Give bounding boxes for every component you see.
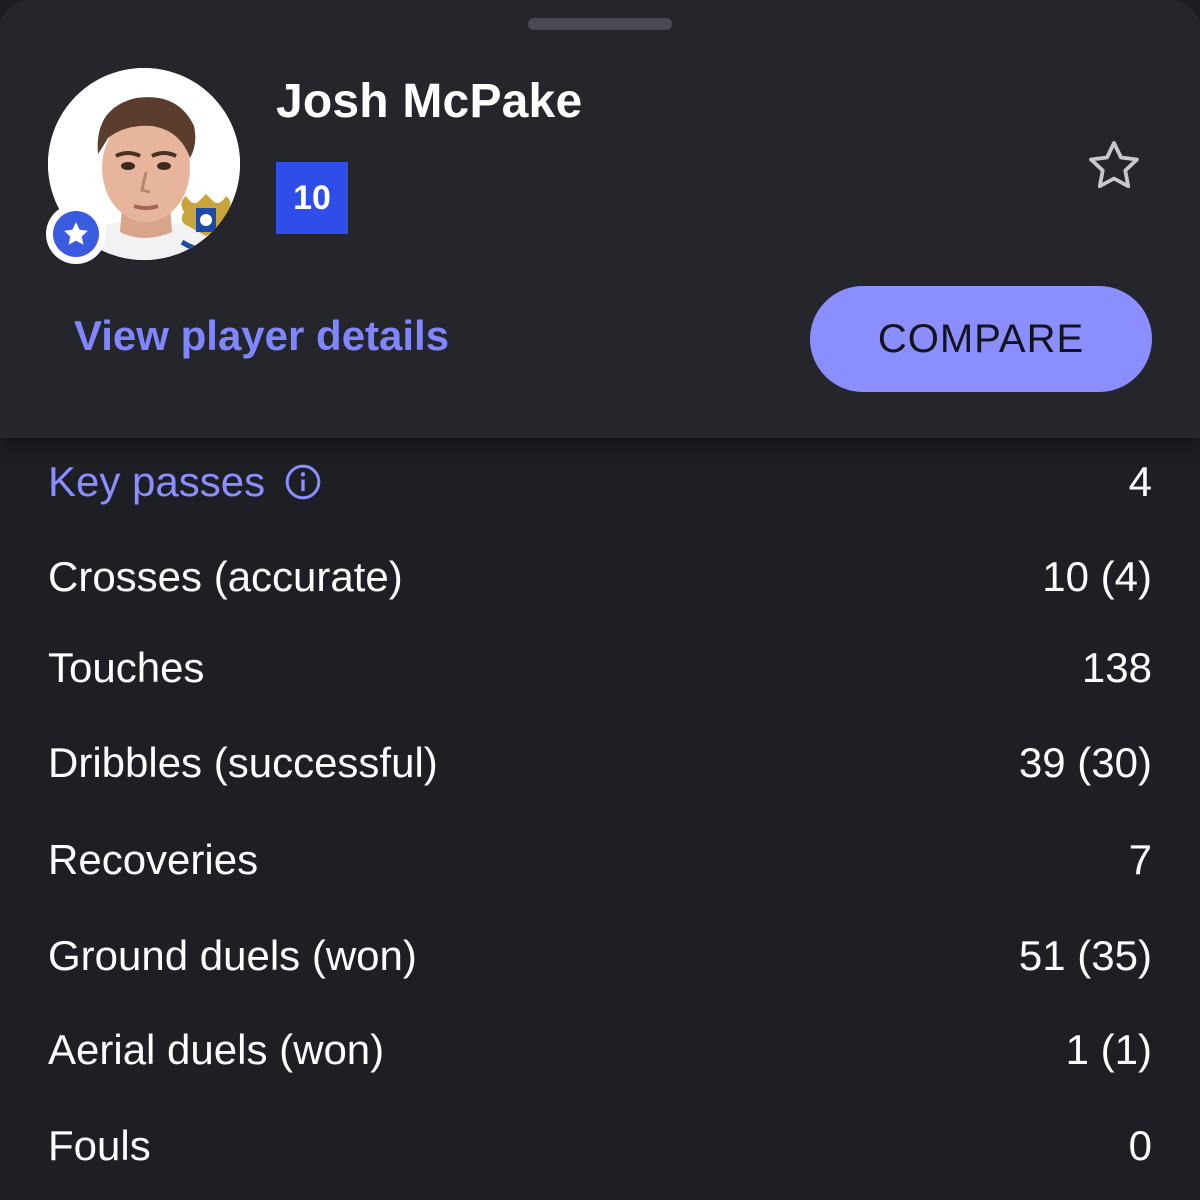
stat-label: Aerial duels (won) — [48, 1026, 385, 1073]
stat-label: Dribbles (successful) — [48, 739, 438, 786]
stat-label: Crosses (accurate) — [48, 553, 403, 600]
stat-value: 39 (30) — [1018, 739, 1152, 786]
stat-value: 0 — [1128, 1122, 1152, 1169]
player-name: Josh McPake — [276, 75, 583, 128]
stat-label: Ground duels (won) — [48, 932, 417, 979]
view-player-details-link[interactable]: View player details — [74, 312, 449, 360]
drag-handle[interactable] — [528, 18, 672, 30]
stat-row-crosses: Crosses (accurate) 10 (4) — [48, 547, 1152, 607]
stat-row-fouls: Fouls 0 — [48, 1116, 1152, 1176]
stat-value: 138 — [1081, 644, 1152, 691]
star-badge-icon — [53, 211, 99, 257]
stat-label: Recoveries — [48, 836, 259, 883]
favorite-badge — [46, 204, 106, 264]
club-crest-icon — [180, 194, 232, 253]
stat-value: 51 (35) — [1018, 932, 1152, 979]
compare-button[interactable]: COMPARE — [810, 286, 1152, 392]
stat-label: Key passes — [48, 458, 323, 506]
stat-value: 10 (4) — [1042, 553, 1152, 600]
stat-label: Fouls — [48, 1122, 151, 1169]
stat-value: 4 — [1128, 458, 1152, 505]
stat-row-aerial-duels: Aerial duels (won) 1 (1) — [48, 1020, 1152, 1080]
stat-row-ground-duels: Ground duels (won) 51 (35) — [48, 926, 1152, 986]
stat-row-touches: Touches 138 — [48, 638, 1152, 698]
stat-value: 1 (1) — [1065, 1026, 1152, 1073]
stat-row-recoveries: Recoveries 7 — [48, 830, 1152, 890]
stat-value: 7 — [1128, 836, 1152, 883]
stat-label: Touches — [48, 644, 205, 691]
player-sheet: Josh McPake 10 View player details COMPA… — [0, 0, 1200, 1200]
stat-row-dribbles: Dribbles (successful) 39 (30) — [48, 733, 1152, 793]
info-icon[interactable] — [283, 462, 323, 502]
player-header-card: Josh McPake 10 View player details COMPA… — [0, 0, 1200, 438]
stat-row-key-passes[interactable]: Key passes 4 — [48, 452, 1152, 512]
shirt-number-badge: 10 — [276, 162, 348, 234]
star-outline-icon[interactable] — [1084, 136, 1144, 196]
